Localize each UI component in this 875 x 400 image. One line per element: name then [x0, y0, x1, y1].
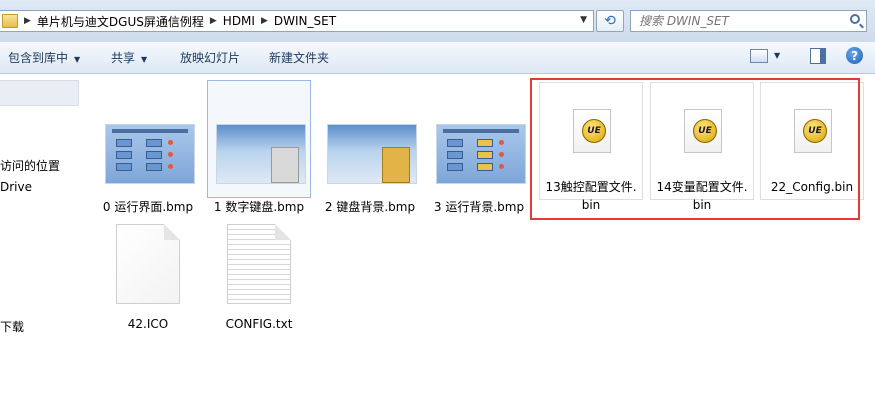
thumbnail-frame — [427, 80, 531, 198]
file-name: CONFIG.txt — [225, 317, 293, 331]
text-file-icon — [227, 224, 291, 304]
bmp-thumbnail — [216, 124, 306, 184]
bmp-thumbnail — [105, 124, 195, 184]
breadcrumb-item[interactable]: HDMI — [223, 14, 255, 28]
file-item[interactable]: 2 键盘背景.bmp — [318, 80, 422, 216]
refresh-icon: ⟲ — [604, 13, 616, 29]
address-bar-row: ▶ 单片机与迪文DGUS屏通信例程 ▶ HDMI ▶ DWIN_SET ▼ ⟲ — [0, 0, 875, 42]
breadcrumb-item[interactable]: DWIN_SET — [274, 14, 336, 28]
slideshow-button[interactable]: 放映幻灯片 — [180, 49, 240, 66]
change-view-icon[interactable] — [750, 48, 768, 63]
nav-selected-item[interactable] — [0, 80, 79, 106]
nav-item-drive[interactable]: Drive — [0, 180, 32, 194]
thumbnail-frame — [207, 80, 311, 198]
command-bar: 包含到库中 ▼ 共享 ▼ 放映幻灯片 新建文件夹 ▼ ? — [0, 42, 875, 74]
file-name: 0 运行界面.bmp — [102, 200, 194, 214]
nav-item-recent-places[interactable]: 访问的位置 — [0, 157, 60, 174]
help-icon[interactable]: ? — [846, 47, 864, 64]
generic-file-icon — [116, 224, 180, 304]
chevron-right-icon[interactable]: ▶ — [24, 16, 31, 26]
file-item[interactable]: 3 运行背景.bmp — [427, 80, 531, 216]
navigation-pane: 访问的位置 Drive 下载 — [0, 74, 80, 400]
search-icon[interactable] — [850, 14, 860, 24]
breadcrumb-item[interactable]: 单片机与迪文DGUS屏通信例程 — [37, 13, 204, 30]
thumbnail-frame — [96, 80, 200, 198]
include-in-library-label: 包含到库中 — [8, 51, 69, 65]
highlight-annotation-box — [530, 78, 860, 220]
bmp-thumbnail — [436, 124, 526, 184]
thumbnail-frame — [318, 80, 422, 198]
bmp-thumbnail — [327, 124, 417, 184]
search-box[interactable] — [630, 10, 867, 32]
share-button[interactable]: 共享 ▼ — [111, 49, 147, 66]
file-item[interactable]: 1 数字键盘.bmp — [207, 80, 311, 216]
address-bar[interactable]: ▶ 单片机与迪文DGUS屏通信例程 ▶ HDMI ▶ DWIN_SET ▼ — [0, 10, 594, 32]
share-label: 共享 — [111, 51, 136, 65]
chevron-down-icon: ▼ — [141, 55, 148, 64]
file-item[interactable]: CONFIG.txt — [207, 222, 311, 337]
chevron-down-icon[interactable]: ▼ — [580, 15, 587, 25]
chevron-right-icon[interactable]: ▶ — [210, 16, 217, 26]
search-input[interactable] — [637, 13, 841, 29]
file-name: 1 数字键盘.bmp — [213, 200, 305, 214]
view-controls: ▼ ? — [750, 47, 864, 64]
include-in-library-button[interactable]: 包含到库中 ▼ — [8, 49, 80, 66]
file-item[interactable]: 42.ICO — [96, 222, 200, 337]
refresh-button[interactable]: ⟲ — [596, 10, 624, 32]
nav-item-downloads[interactable]: 下载 — [0, 318, 24, 335]
chevron-right-icon[interactable]: ▶ — [261, 16, 268, 26]
chevron-down-icon: ▼ — [74, 55, 81, 64]
file-item[interactable]: 0 运行界面.bmp — [96, 80, 200, 216]
new-folder-button[interactable]: 新建文件夹 — [269, 49, 329, 66]
file-name: 42.ICO — [127, 317, 169, 331]
preview-pane-icon[interactable] — [810, 47, 827, 64]
chevron-down-icon[interactable]: ▼ — [774, 51, 780, 60]
file-name: 3 运行背景.bmp — [433, 200, 525, 214]
folder-icon — [2, 14, 18, 28]
file-name: 2 键盘背景.bmp — [324, 200, 416, 214]
